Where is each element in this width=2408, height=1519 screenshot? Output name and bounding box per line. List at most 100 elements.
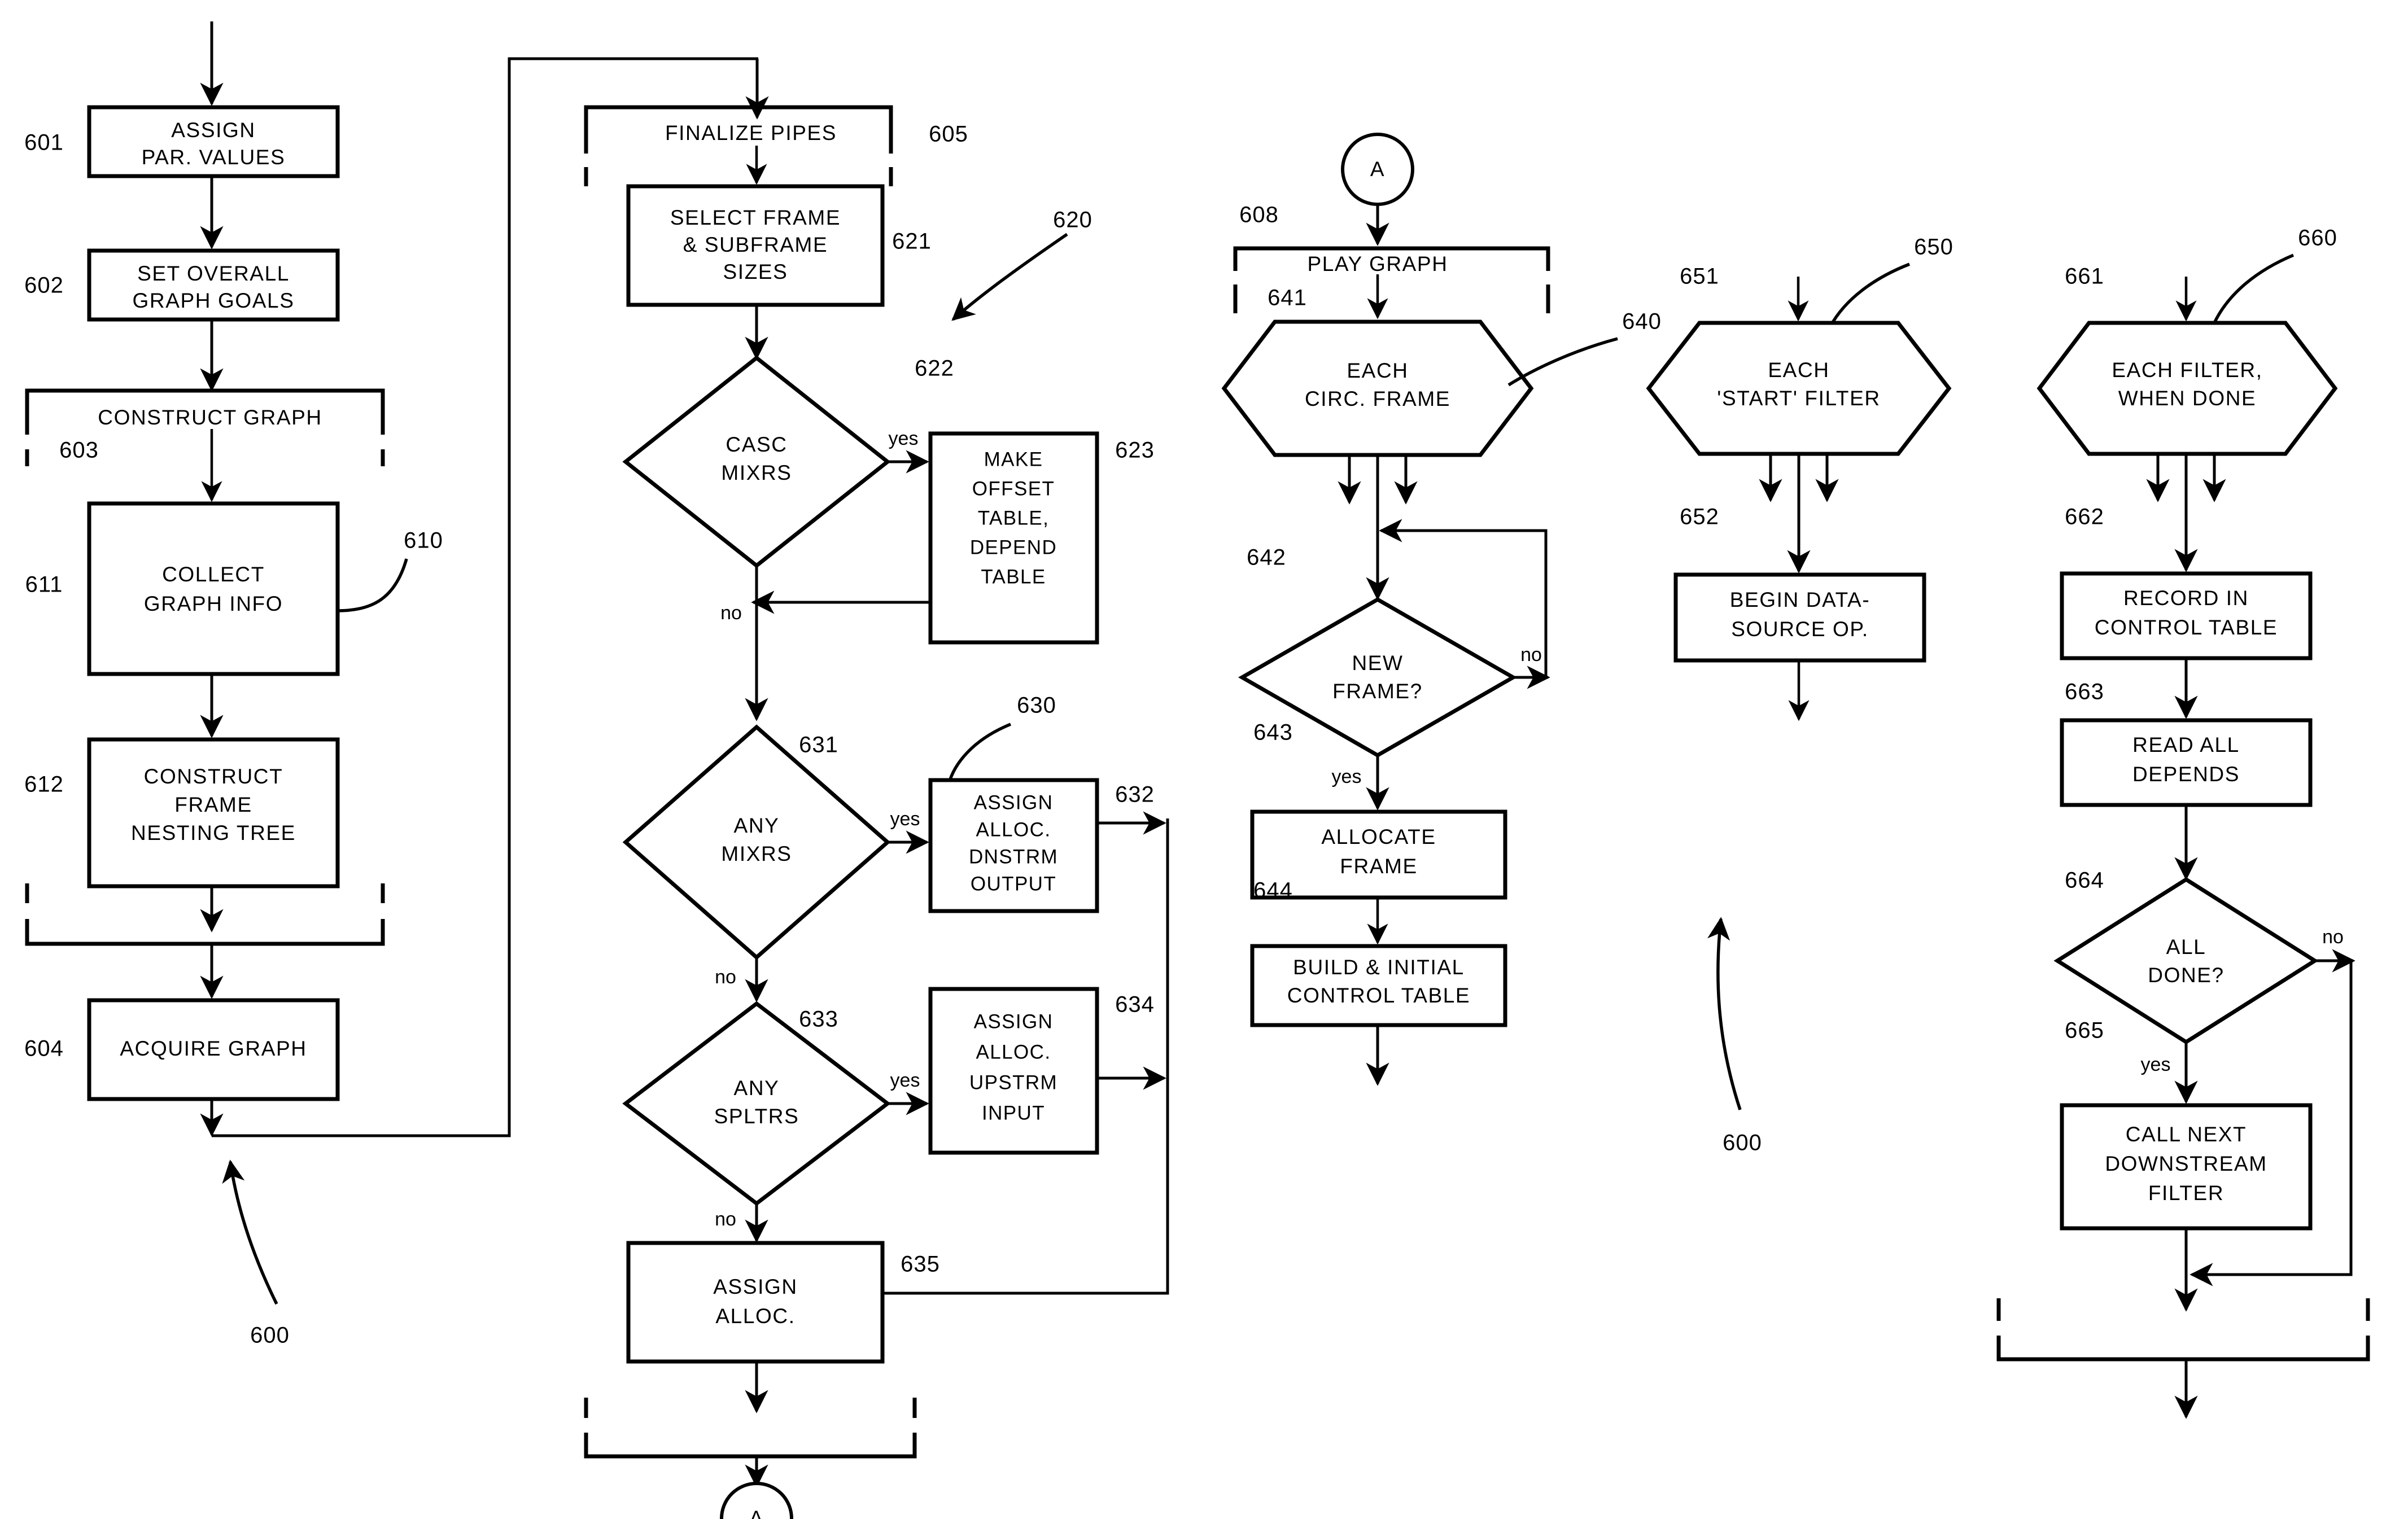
ref-664: 664 — [2065, 868, 2104, 893]
leader-600-right — [1707, 917, 1742, 1110]
ref-610: 610 — [404, 528, 443, 553]
node-622-casc-mixrs-decision: CASC MIXRS — [622, 355, 891, 568]
node-631-line-1: MIXRS — [721, 842, 792, 865]
label-newframe-no: no — [1520, 644, 1542, 666]
node-631-line-0: ANY — [734, 814, 780, 837]
leader-630 — [947, 723, 1012, 785]
node-662-line-1: CONTROL TABLE — [2095, 616, 2278, 639]
node-651-each-start-filter: EACH 'START' FILTER — [1646, 321, 1952, 456]
node-604-acquire-graph: ACQUIRE GRAPH — [87, 998, 340, 1101]
node-635-assign-alloc: ASSIGN ALLOC. — [626, 1241, 885, 1364]
label-mixrs-no: no — [715, 966, 736, 988]
group-filter-done-bottom-bracket — [1996, 1298, 2370, 1362]
node-652-line-0: BEGIN DATA- — [1730, 588, 1871, 611]
node-621-line-1: & SUBFRAME — [683, 233, 828, 256]
node-623-line-0: MAKE — [984, 448, 1043, 470]
ref-663: 663 — [2065, 680, 2104, 704]
node-651-line-0: EACH — [1768, 358, 1829, 382]
label-spltrs-yes: yes — [890, 1070, 920, 1091]
ref-651: 651 — [1680, 264, 1719, 289]
ref-643: 643 — [1253, 720, 1293, 745]
leader-610 — [337, 558, 408, 612]
ref-635: 635 — [901, 1252, 940, 1277]
node-632-line-0: ASSIGN — [974, 791, 1054, 813]
group-finalize-pipes-bottom-bracket — [584, 1398, 917, 1459]
group-finalize-pipes-bracket — [584, 105, 893, 186]
node-632-line-2: DNSTRM — [969, 846, 1058, 868]
node-651-line-1: 'START' FILTER — [1717, 387, 1880, 410]
ref-601: 601 — [24, 130, 64, 155]
label-spltrs-no: no — [715, 1209, 736, 1230]
ref-650: 650 — [1914, 235, 1954, 260]
leader-600-left — [222, 1159, 278, 1305]
flowchart-canvas: ASSIGN PAR. VALUES 601 SET OVERALL GRAPH… — [24, 21, 2370, 1519]
node-635-line-0: ASSIGN — [713, 1275, 797, 1298]
connector-a-bottom-label: A — [749, 1507, 764, 1519]
ref-600-right: 600 — [1723, 1131, 1762, 1155]
node-622-line-0: CASC — [726, 433, 787, 456]
node-612-construct-frame-nesting-tree: CONSTRUCT FRAME NESTING TREE — [87, 737, 340, 888]
node-601-assign-par-values: ASSIGN PAR. VALUES — [87, 105, 340, 178]
node-622-line-1: MIXRS — [721, 461, 792, 484]
node-621-select-frame-subframe-sizes: SELECT FRAME & SUBFRAME SIZES — [626, 184, 885, 307]
node-623-make-offset-table-depend-table: MAKE OFFSET TABLE, DEPEND TABLE — [928, 431, 1099, 645]
node-644-line-0: BUILD & INITIAL — [1293, 956, 1465, 979]
label-mixrs-yes: yes — [890, 808, 920, 830]
node-621-line-0: SELECT FRAME — [670, 206, 841, 229]
ref-633: 633 — [799, 1007, 838, 1032]
node-623-line-1: OFFSET — [972, 478, 1055, 500]
node-612-line-2: NESTING TREE — [131, 821, 296, 844]
node-634-line-0: ASSIGN — [974, 1010, 1054, 1032]
ref-600-left: 600 — [250, 1323, 290, 1348]
node-665-line-0: CALL NEXT — [2126, 1123, 2247, 1146]
ref-623: 623 — [1115, 438, 1155, 463]
node-634-line-2: UPSTRM — [969, 1071, 1057, 1093]
label-casc-yes: yes — [889, 428, 919, 449]
label-newframe-yes: yes — [1332, 766, 1362, 787]
node-641-each-circ-frame: EACH CIRC. FRAME — [1221, 319, 1534, 457]
node-623-line-2: TABLE, — [978, 507, 1049, 529]
ref-642: 642 — [1247, 545, 1286, 570]
node-601-line-0: ASSIGN — [171, 119, 255, 142]
node-665-line-1: DOWNSTREAM — [2105, 1152, 2267, 1175]
node-642-line-1: FRAME? — [1332, 680, 1423, 703]
connector-a-top: A — [1341, 133, 1414, 206]
label-casc-no: no — [720, 602, 742, 624]
ref-644: 644 — [1253, 878, 1293, 903]
node-611-line-1: GRAPH INFO — [144, 592, 283, 615]
node-665-call-next-downstream-filter: CALL NEXT DOWNSTREAM FILTER — [2060, 1103, 2313, 1231]
node-632-line-3: OUTPUT — [971, 873, 1056, 895]
leader-620 — [951, 233, 1068, 321]
ref-602: 602 — [24, 273, 64, 298]
node-642-line-0: NEW — [1352, 651, 1403, 675]
node-633-any-spltrs-decision: ANY SPLTRS — [622, 1001, 891, 1206]
node-633-line-1: SPLTRS — [714, 1105, 799, 1128]
group-construct-graph-bottom-bracket — [25, 883, 385, 946]
ref-665: 665 — [2065, 1018, 2104, 1043]
node-621-line-2: SIZES — [723, 260, 788, 283]
node-643-line-1: FRAME — [1340, 855, 1418, 878]
ref-622: 622 — [915, 356, 954, 381]
node-602-set-overall-graph-goals: SET OVERALL GRAPH GOALS — [87, 248, 340, 322]
leader-650 — [1829, 262, 1910, 327]
ref-631: 631 — [799, 733, 838, 758]
node-662-record-in-control-table: RECORD IN CONTROL TABLE — [2060, 571, 2313, 660]
ref-620: 620 — [1053, 208, 1092, 233]
ref-611: 611 — [25, 572, 63, 597]
group-label-play-graph: PLAY GRAPH — [1307, 252, 1448, 275]
ref-621: 621 — [892, 229, 932, 254]
connector-a-top-label: A — [1370, 157, 1385, 181]
node-661-line-1: WHEN DONE — [2118, 387, 2257, 410]
node-634-line-1: ALLOC. — [976, 1041, 1051, 1063]
node-652-line-1: SOURCE OP. — [1731, 618, 1869, 641]
ref-661: 661 — [2065, 264, 2104, 289]
group-label-finalize-pipes: FINALIZE PIPES — [665, 121, 837, 145]
node-644-line-1: CONTROL TABLE — [1287, 984, 1470, 1007]
node-663-line-0: READ ALL — [2132, 733, 2240, 756]
node-623-line-4: TABLE — [981, 566, 1046, 588]
ref-603: 603 — [59, 438, 99, 463]
ref-605: 605 — [929, 122, 968, 147]
node-662-line-0: RECORD IN — [2123, 586, 2249, 610]
group-label-construct-graph: CONSTRUCT GRAPH — [98, 406, 322, 429]
ref-604: 604 — [24, 1036, 64, 1061]
